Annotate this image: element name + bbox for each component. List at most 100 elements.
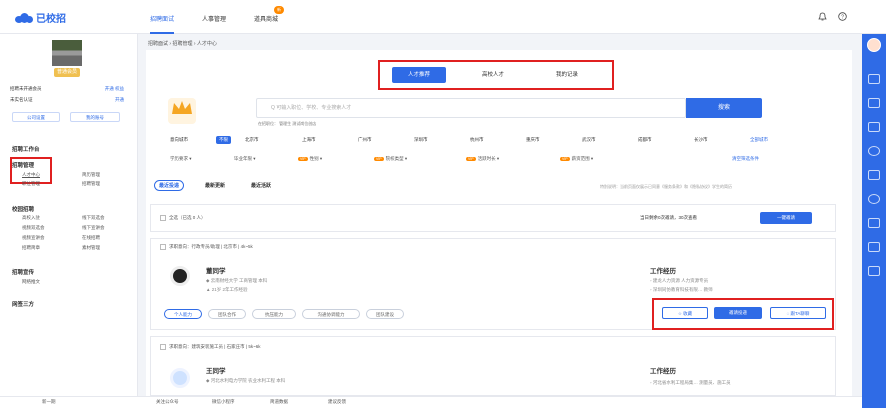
work-exp-1: ◦ 建龙人力资源 人力资源专员 bbox=[650, 278, 709, 283]
filter-label: 活跃时长 bbox=[477, 156, 496, 161]
tab-campus-talent[interactable]: 高校人才 bbox=[466, 67, 520, 83]
city-option[interactable]: 长沙市 bbox=[694, 137, 708, 143]
megaphone-icon[interactable] bbox=[868, 146, 880, 156]
sidebar-item-campus[interactable]: 素材管理 bbox=[82, 245, 100, 251]
candidate-school: ◆ 云南财经大学 工商管理 本科 bbox=[206, 278, 268, 283]
apps-icon[interactable] bbox=[868, 266, 880, 276]
topnav-hr[interactable]: 人事管理 bbox=[202, 14, 226, 34]
filter-gender[interactable]: VIP 性别 ▾ bbox=[298, 156, 322, 162]
section-campus[interactable]: 校园招聘 bbox=[12, 205, 34, 213]
filter-graduation[interactable]: 毕业年限 ▾ bbox=[234, 156, 256, 162]
filter-active[interactable]: VIP 活跃时长 ▾ bbox=[466, 156, 499, 162]
bottom-link-data[interactable]: 简道数据 bbox=[270, 399, 288, 405]
hot-badge: VIP bbox=[560, 157, 570, 161]
batch-invite-button[interactable]: 一键邀请 bbox=[760, 212, 812, 224]
select-all[interactable]: 全选（已选 0 人） bbox=[160, 215, 206, 221]
city-option[interactable]: 重庆市 bbox=[526, 137, 540, 143]
tab-talent-recommend[interactable]: 人才推荐 bbox=[392, 67, 446, 83]
filter-school-type[interactable]: VIP 院校类型 ▾ bbox=[374, 156, 407, 162]
favorite-button[interactable]: ☆ 收藏 bbox=[662, 307, 708, 319]
city-option[interactable]: 广州市 bbox=[358, 137, 372, 143]
city-option[interactable]: 上海市 bbox=[302, 137, 316, 143]
bottom-link-miniapp[interactable]: 微信小程序 bbox=[212, 399, 235, 405]
sidebar-item-campus[interactable]: 招聘简章 bbox=[22, 245, 40, 251]
city-option[interactable]: 北京市 bbox=[245, 137, 259, 143]
all-cities-link[interactable]: 全部城市 bbox=[750, 137, 768, 143]
sidebar-item-resume[interactable]: 简历管理 bbox=[82, 172, 100, 178]
select-all-bar bbox=[150, 204, 836, 232]
vip-open-link[interactable]: 开通 权益 bbox=[105, 86, 124, 92]
invite-apply-button[interactable]: 邀请投递 bbox=[714, 307, 762, 319]
bottom-link-issue[interactable]: 新一期 bbox=[42, 399, 56, 405]
intent-text: 求职意向：建筑安装施工员 | 石家庄市 | 5k~6k bbox=[169, 344, 261, 350]
work-exp-2: ◦ 深圳同仿教育科技有限… 教师 bbox=[650, 287, 713, 292]
candidate-avatar[interactable] bbox=[170, 368, 190, 388]
sidebar-item-campus[interactable]: 线下宣讲会 bbox=[82, 225, 105, 231]
sidebar-item-article[interactable]: 网络推文 bbox=[22, 279, 40, 285]
my-account-button[interactable]: 我的账号 bbox=[70, 112, 120, 122]
city-option[interactable]: 杭州市 bbox=[470, 137, 484, 143]
sidebar-item-talent-center[interactable]: 人才中心 bbox=[22, 172, 40, 178]
sidebar-item-jobs[interactable]: 职位管理 bbox=[22, 181, 40, 187]
hot-badge: VIP bbox=[374, 157, 384, 161]
skill-tag: 抗压能力 bbox=[252, 309, 296, 319]
search-button[interactable]: 搜索 bbox=[686, 98, 762, 118]
funnel-icon[interactable] bbox=[868, 242, 880, 252]
sidebar-item-recruit[interactable]: 招聘管理 bbox=[82, 181, 100, 187]
section-promo[interactable]: 招聘宣传 bbox=[12, 268, 34, 276]
top-nav: 招聘面试 人事管理 道具商城 新 bbox=[150, 6, 285, 34]
section-recruit-manage[interactable]: 招聘管理 bbox=[12, 161, 34, 169]
select-all-checkbox[interactable] bbox=[160, 215, 166, 221]
school-text: 云南财经大学 工商管理 本科 bbox=[210, 278, 268, 283]
filter-label: 性别 bbox=[309, 156, 319, 161]
assistant-avatar-icon[interactable] bbox=[867, 38, 881, 52]
grid-icon[interactable] bbox=[868, 122, 880, 132]
candidate-name[interactable]: 董同学 bbox=[206, 265, 226, 275]
sort-recent-apply[interactable]: 最近投递 bbox=[154, 180, 185, 191]
clear-filters-link[interactable]: 清空筛选条件 bbox=[732, 156, 759, 162]
city-unlimited[interactable]: 不限 bbox=[216, 136, 231, 144]
company-avatar[interactable] bbox=[52, 40, 82, 66]
sidebar-item-campus[interactable]: 视频宣讲会 bbox=[22, 235, 45, 241]
candidate-name[interactable]: 王同学 bbox=[206, 365, 226, 375]
candidate-checkbox[interactable] bbox=[160, 344, 166, 350]
tab-my-records[interactable]: 我的记录 bbox=[540, 67, 594, 83]
filter-salary[interactable]: VIP 薪资范围 ▾ bbox=[560, 156, 593, 162]
skill-tag: 团队合作 bbox=[208, 309, 246, 319]
filter-label: 毕业年限 bbox=[234, 156, 252, 161]
filter-education[interactable]: 学历要求 ▾ bbox=[170, 156, 192, 162]
candidate-avatar[interactable] bbox=[170, 266, 190, 286]
sidebar-item-campus[interactable]: 视频双选会 bbox=[22, 225, 45, 231]
sidebar-item-campus[interactable]: 高校入驻 bbox=[22, 215, 40, 221]
topnav-recruit[interactable]: 招聘面试 bbox=[150, 14, 175, 34]
school-text: 河北水利电力学院 农业水利工程 本科 bbox=[210, 378, 286, 383]
shield-icon[interactable] bbox=[868, 218, 880, 228]
bottom-bar bbox=[0, 396, 862, 408]
sidebar-item-campus[interactable]: 线下双选会 bbox=[82, 215, 105, 221]
bottom-link-feedback[interactable]: 建议反馈 bbox=[328, 399, 346, 405]
sort-newest[interactable]: 最新更新 bbox=[205, 182, 225, 189]
bottom-link-wechat[interactable]: 关注公众号 bbox=[156, 399, 179, 405]
city-option[interactable]: 武汉市 bbox=[582, 137, 596, 143]
vip-status-text: 招聘未开通会员 bbox=[10, 86, 42, 91]
bell-icon[interactable] bbox=[818, 12, 827, 21]
topnav-shop[interactable]: 道具商城 新 bbox=[254, 6, 285, 34]
exp-text: 建龙人力资源 人力资源专员 bbox=[652, 278, 709, 283]
section-workbench[interactable]: 招聘工作台 bbox=[12, 145, 40, 153]
auth-open-link[interactable]: 开通 bbox=[115, 97, 124, 103]
globe-icon[interactable] bbox=[868, 194, 880, 204]
sidebar-item-campus[interactable]: 在线招聘 bbox=[82, 235, 100, 241]
city-option[interactable]: 深圳市 bbox=[414, 137, 428, 143]
company-settings-button[interactable]: 公司设置 bbox=[12, 112, 60, 122]
section-contract[interactable]: 网签三方 bbox=[12, 300, 34, 308]
city-option[interactable]: 成都市 bbox=[638, 137, 652, 143]
vip-icon[interactable] bbox=[868, 74, 880, 84]
document-icon[interactable] bbox=[868, 98, 880, 108]
sort-active[interactable]: 最近活跃 bbox=[251, 182, 271, 189]
triangle-icon[interactable] bbox=[868, 170, 880, 180]
candidate-checkbox[interactable] bbox=[160, 244, 166, 250]
help-icon[interactable]: ? bbox=[838, 12, 847, 21]
chat-button[interactable]: ◌ 跟TA聊聊 bbox=[770, 307, 826, 319]
app-logo[interactable]: 已校招 bbox=[15, 10, 66, 25]
search-input[interactable]: Q 可输入职位、学校、专业搜索人才 bbox=[256, 98, 686, 118]
